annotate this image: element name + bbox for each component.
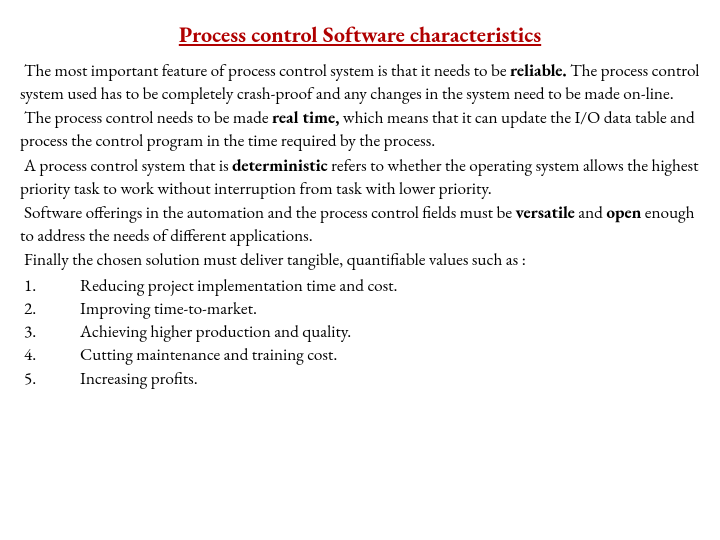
paragraph-realtime: The process control needs to be made rea… xyxy=(20,107,700,153)
paragraph-reliable: The most important feature of process co… xyxy=(20,60,700,106)
keyword-realtime: real time, xyxy=(272,107,339,129)
body-text: The most important feature of process co… xyxy=(20,60,700,391)
values-list: Reducing project implementation time and… xyxy=(20,275,700,391)
paragraph-versatile-open: Software offerings in the automation and… xyxy=(20,202,700,248)
list-item: Reducing project implementation time and… xyxy=(24,275,700,298)
paragraph-deterministic: A process control system that is determi… xyxy=(20,155,700,201)
page-title: Process control Software characteristics xyxy=(20,20,700,50)
keyword-open: open xyxy=(606,202,641,224)
paragraph-values-intro: Finally the chosen solution must deliver… xyxy=(20,249,700,272)
text: and xyxy=(575,202,607,224)
list-item: Cutting maintenance and training cost. xyxy=(24,344,700,367)
list-item: Increasing profits. xyxy=(24,368,700,391)
keyword-deterministic: deterministic xyxy=(232,155,328,177)
text: Software offerings in the automation and… xyxy=(24,202,516,224)
keyword-reliable: reliable. xyxy=(510,60,567,82)
text: A process control system that is xyxy=(24,155,232,177)
keyword-versatile: versatile xyxy=(516,202,575,224)
list-item: Achieving higher production and quality. xyxy=(24,321,700,344)
list-item: Improving time-to-market. xyxy=(24,298,700,321)
text: The most important feature of process co… xyxy=(24,60,510,82)
text: The process control needs to be made xyxy=(24,107,272,129)
